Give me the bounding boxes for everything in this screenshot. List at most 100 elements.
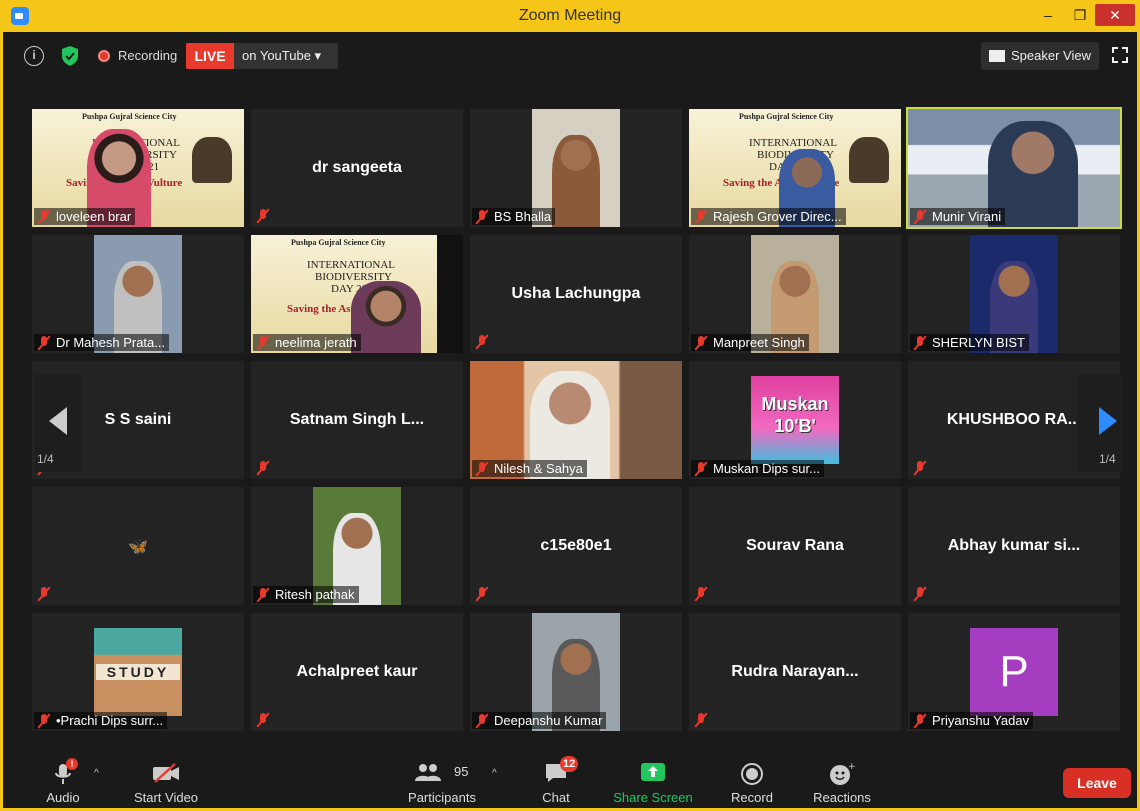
recording-indicator-icon — [98, 50, 110, 62]
participant-name-label: Ritesh pathak — [253, 586, 359, 603]
encryption-shield-icon[interactable] — [61, 45, 79, 67]
participants-button[interactable]: 95 Participants — [402, 752, 482, 808]
participant-name: Ritesh pathak — [275, 587, 355, 602]
participant-tile[interactable]: Abhay kumar si... — [908, 487, 1120, 605]
audio-options-caret-icon[interactable]: ^ — [94, 768, 99, 779]
muted-microphone-icon — [257, 713, 269, 727]
chat-unread-badge: 12 — [560, 756, 579, 772]
speaker-view-button[interactable]: Speaker View — [981, 42, 1099, 70]
muted-microphone-icon — [695, 462, 707, 476]
reactions-label: Reactions — [813, 790, 871, 805]
participant-avatar: P — [970, 628, 1058, 716]
fullscreen-icon[interactable] — [1112, 47, 1128, 63]
participant-display-name: dr sangeeta — [312, 159, 402, 176]
participant-tile[interactable]: BS Bhalla — [470, 109, 682, 227]
chat-button[interactable]: 12 Chat — [534, 752, 579, 808]
participant-tile[interactable]: Rudra Narayan... — [689, 613, 901, 731]
info-icon[interactable]: i — [24, 46, 44, 66]
participant-name: Priyanshu Yadav — [932, 713, 1030, 728]
muted-microphone-icon — [695, 587, 707, 601]
participant-tile[interactable]: Pushpa Gujral Science CityINTERNATIONALB… — [251, 235, 463, 353]
participant-tile[interactable]: dr sangeeta — [251, 109, 463, 227]
start-video-label: Start Video — [133, 790, 199, 805]
slide-title-line: INTERNATIONAL — [749, 137, 837, 149]
participant-name-label: neelima jerath — [253, 334, 361, 351]
participant-tile[interactable]: Satnam Singh L... — [251, 361, 463, 479]
muted-microphone-icon — [257, 588, 269, 602]
slide-header: Pushpa Gujral Science City — [739, 112, 834, 121]
muted-microphone-icon — [914, 587, 926, 601]
maximize-button[interactable]: ❐ — [1065, 4, 1095, 26]
participants-options-caret-icon[interactable]: ^ — [492, 768, 497, 779]
minimize-button[interactable]: – — [1033, 4, 1063, 26]
participant-name: Munir Virani — [932, 209, 1002, 224]
audio-alert-badge: ! — [66, 758, 78, 770]
share-screen-icon — [641, 763, 665, 781]
muted-microphone-icon — [38, 336, 50, 350]
leave-meeting-button[interactable]: Leave — [1063, 768, 1131, 798]
participant-tile[interactable]: 🦋 — [32, 487, 244, 605]
participant-tile[interactable]: Dr Mahesh Prata... — [32, 235, 244, 353]
participant-tile[interactable]: Manpreet Singh — [689, 235, 901, 353]
participant-name-label: BS Bhalla — [472, 208, 556, 225]
muted-microphone-icon — [38, 210, 50, 224]
muted-microphone-icon — [257, 336, 269, 350]
participant-tile[interactable]: P Priyanshu Yadav — [908, 613, 1120, 731]
muted-microphone-icon — [914, 461, 926, 475]
participant-tile[interactable]: Nilesh & Sahya — [470, 361, 682, 479]
participant-tile[interactable]: STUDY •Prachi Dips surr... — [32, 613, 244, 731]
muted-microphone-icon — [476, 335, 488, 349]
record-icon — [741, 763, 763, 785]
participant-name: loveleen brar — [56, 209, 132, 224]
smiley-icon: + — [830, 762, 855, 785]
participant-tile[interactable]: SHERLYN BIST — [908, 235, 1120, 353]
recording-label[interactable]: Recording — [118, 48, 177, 63]
arrow-left-icon — [49, 407, 67, 435]
participant-tile[interactable]: Usha Lachungpa — [470, 235, 682, 353]
live-destination-dropdown[interactable]: on YouTube ▾ — [234, 43, 338, 69]
participant-count: 95 — [454, 764, 469, 779]
muted-microphone-icon — [476, 714, 488, 728]
muted-microphone-icon — [476, 210, 488, 224]
start-video-button[interactable]: Start Video — [130, 752, 202, 808]
record-label: Record — [731, 790, 773, 805]
participant-name-label: Munir Virani — [910, 208, 1006, 225]
muted-microphone-icon — [257, 461, 269, 475]
next-page-button[interactable]: 1/4 — [1077, 374, 1123, 472]
participant-display-name: Usha Lachungpa — [511, 285, 641, 302]
vulture-image — [192, 137, 232, 183]
reactions-button[interactable]: + Reactions — [808, 752, 876, 808]
participant-tile[interactable]: Pushpa Gujral Science CityINTERNATIONALB… — [689, 109, 901, 227]
participant-tile[interactable]: Sourav Rana — [689, 487, 901, 605]
participant-name-label: Nilesh & Sahya — [472, 460, 587, 477]
video-off-icon — [153, 763, 179, 783]
participant-tile[interactable]: Deepanshu Kumar — [470, 613, 682, 731]
arrow-right-icon — [1099, 407, 1117, 435]
audio-label: Audio — [46, 790, 80, 805]
participant-tile[interactable]: Muskan 10'B' Muskan Dips sur... — [689, 361, 901, 479]
record-button[interactable]: Record — [726, 752, 778, 808]
muted-microphone-icon — [476, 462, 488, 476]
audio-button[interactable]: ! Audio — [34, 752, 92, 808]
participant-name: Dr Mahesh Prata... — [56, 335, 166, 350]
muted-microphone-icon — [914, 336, 926, 350]
speaker-view-icon — [989, 50, 1005, 62]
participant-tile[interactable]: Munir Virani — [906, 107, 1122, 229]
participant-name-label: loveleen brar — [34, 208, 136, 225]
participant-display-name: Satnam Singh L... — [289, 411, 425, 428]
close-button[interactable]: ✕ — [1095, 4, 1135, 26]
presenter-face — [351, 281, 421, 353]
participant-display-name: Sourav Rana — [746, 537, 844, 554]
participant-display-name: Rudra Narayan... — [731, 663, 859, 680]
participant-tile[interactable]: Achalpreet kaur — [251, 613, 463, 731]
participant-tile[interactable]: Ritesh pathak — [251, 487, 463, 605]
participant-display-name: Achalpreet kaur — [296, 663, 418, 680]
muted-microphone-icon — [914, 714, 926, 728]
slide-title-line: INTERNATIONAL — [307, 259, 395, 271]
share-screen-button[interactable]: Share Screen — [612, 752, 694, 808]
participant-name-label: SHERLYN BIST — [910, 334, 1029, 351]
participant-tile[interactable]: Pushpa Gujral Science CityINTERNATIONALB… — [32, 109, 244, 227]
previous-page-button[interactable]: 1/4 — [35, 374, 81, 472]
live-badge[interactable]: LIVE — [186, 43, 234, 69]
participant-tile[interactable]: c15e80e1 — [470, 487, 682, 605]
